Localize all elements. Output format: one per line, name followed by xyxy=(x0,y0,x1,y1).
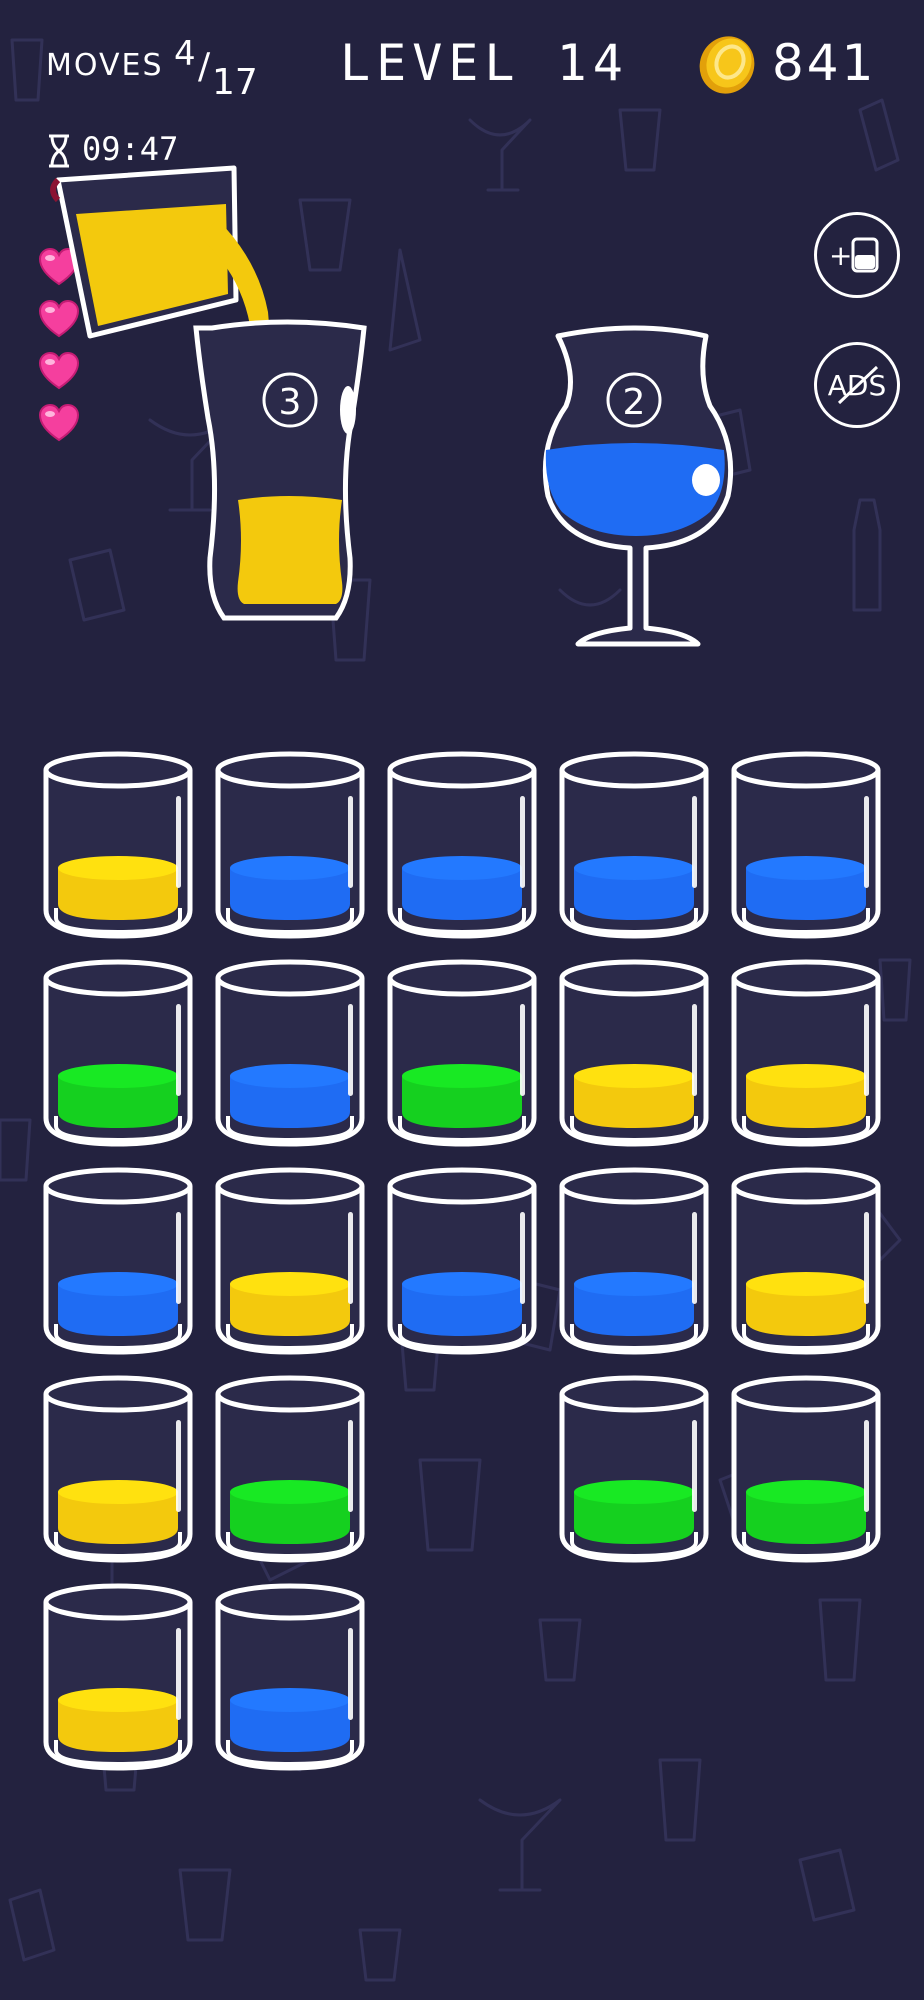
tube-13[interactable] xyxy=(384,1164,540,1356)
tube-15[interactable] xyxy=(728,1164,884,1356)
tube-2[interactable] xyxy=(212,748,368,940)
tube-14[interactable] xyxy=(556,1164,712,1356)
tube-22[interactable] xyxy=(212,1580,368,1772)
serving-glass-2[interactable]: 2 xyxy=(542,325,734,647)
tube-3[interactable] xyxy=(384,748,540,940)
tube-7[interactable] xyxy=(212,956,368,1148)
tube-19[interactable] xyxy=(556,1372,712,1564)
tube-20[interactable] xyxy=(728,1372,884,1564)
tube-4[interactable] xyxy=(556,748,712,940)
tube-12[interactable] xyxy=(212,1164,368,1356)
glass-number-3: 3 xyxy=(279,382,302,423)
tube-8[interactable] xyxy=(384,956,540,1148)
tube-21[interactable] xyxy=(40,1580,196,1772)
serving-area: 3 2 xyxy=(50,165,734,647)
tube-11[interactable] xyxy=(40,1164,196,1356)
tube-9[interactable] xyxy=(556,956,712,1148)
tube-10[interactable] xyxy=(728,956,884,1148)
serving-glass-3[interactable]: 3 xyxy=(193,319,367,621)
tube-1[interactable] xyxy=(40,748,196,940)
tube-17[interactable] xyxy=(212,1372,368,1564)
glass-number-2: 2 xyxy=(623,382,646,423)
tube-5[interactable] xyxy=(728,748,884,940)
tube-6[interactable] xyxy=(40,956,196,1148)
tube-16[interactable] xyxy=(40,1372,196,1564)
